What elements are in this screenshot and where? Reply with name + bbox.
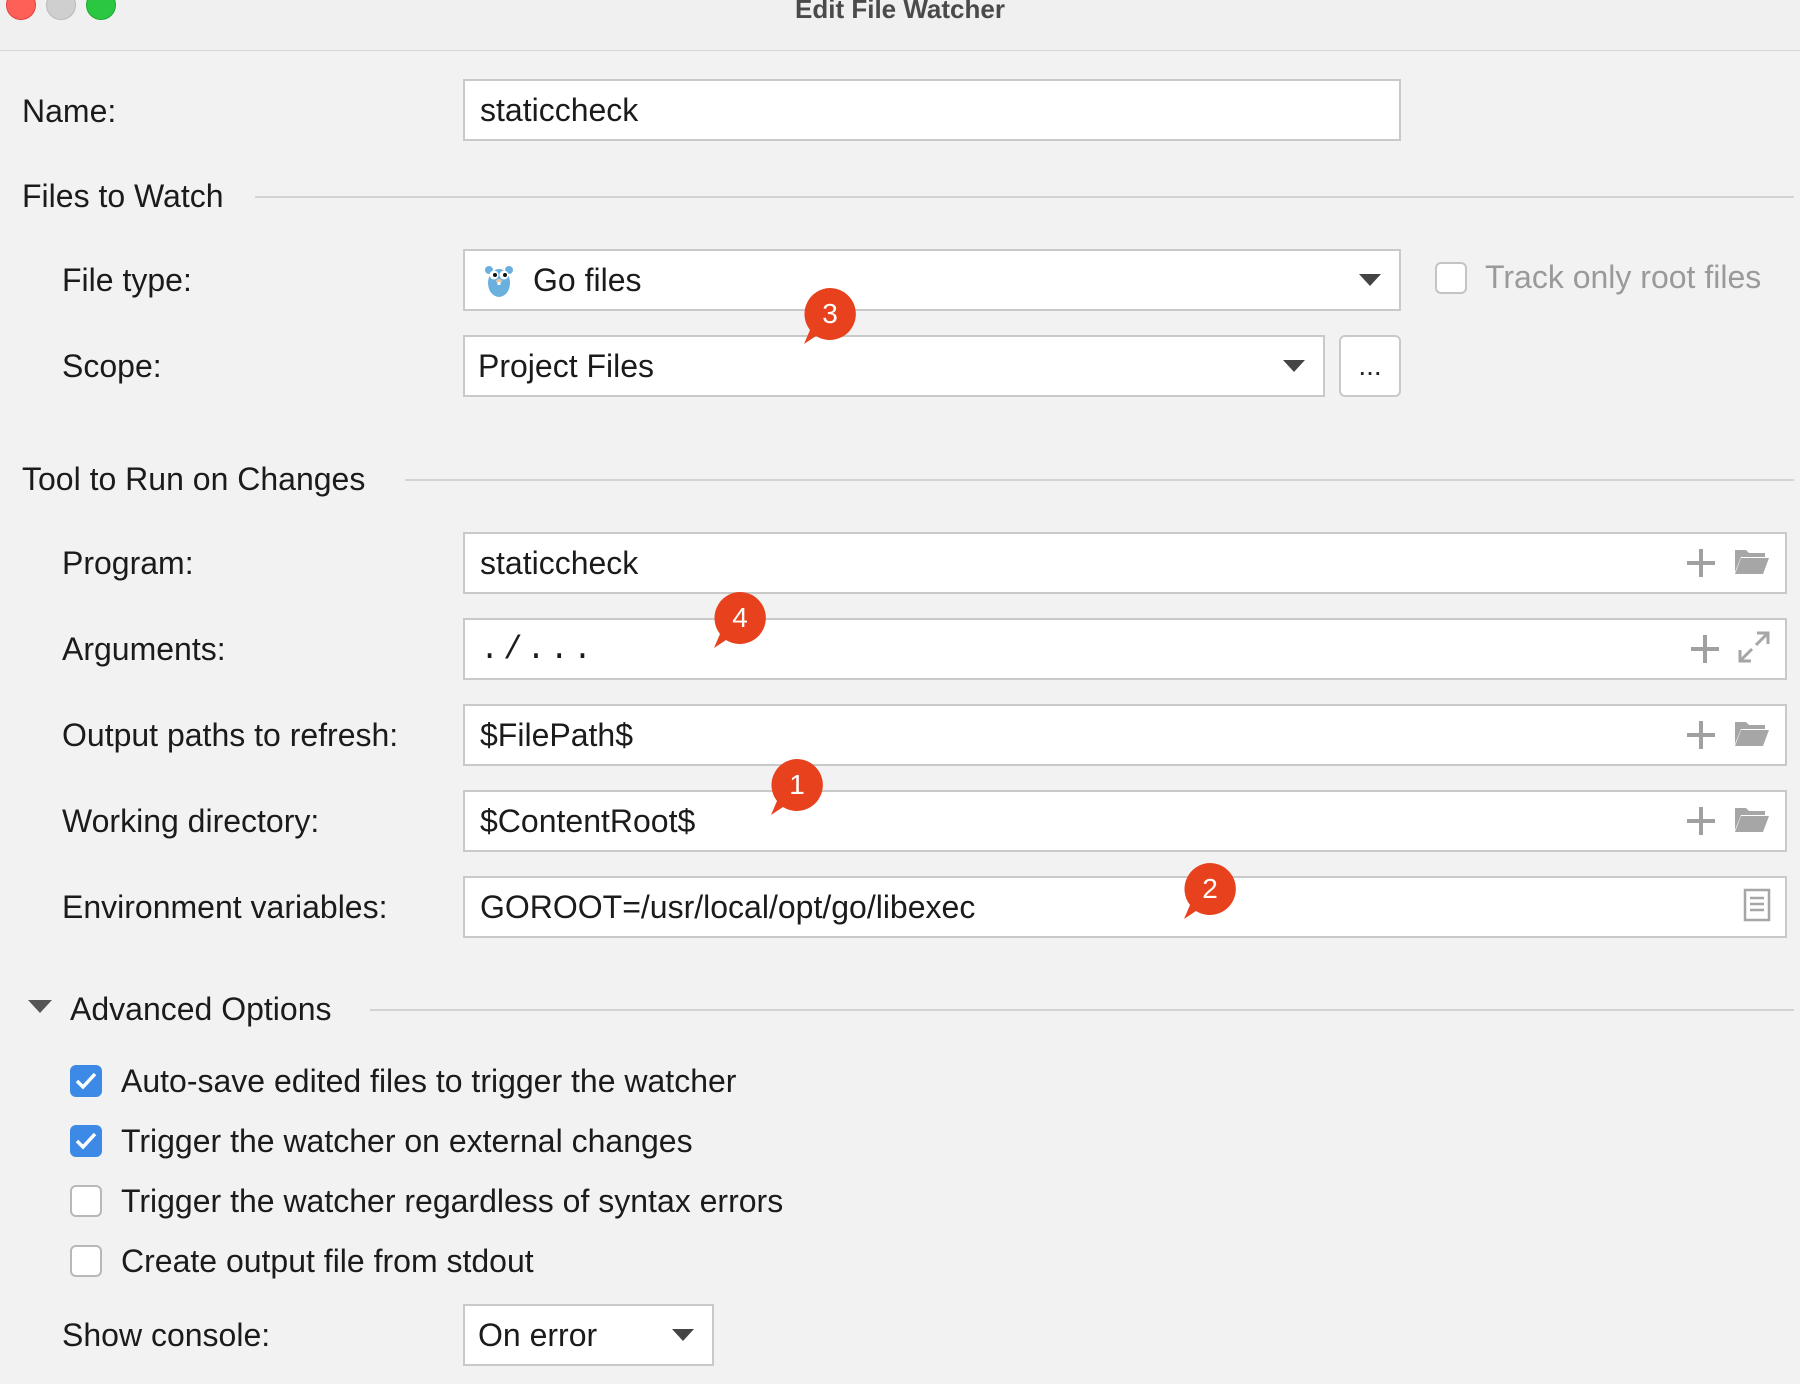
files-to-watch-heading: Files to Watch [22, 178, 224, 214]
scope-dropdown[interactable]: Project Files [463, 335, 1325, 397]
callout-number: 4 [732, 602, 748, 633]
callout-badge-4: 4 [712, 590, 768, 650]
tool-section-heading: Tool to Run on Changes [22, 461, 366, 497]
program-value: staticcheck [480, 544, 639, 581]
insert-macro-plus-icon[interactable] [1687, 549, 1715, 577]
name-input[interactable]: staticcheck [463, 79, 1401, 141]
folder-icon[interactable] [1733, 718, 1771, 753]
syntax-errors-label: Trigger the watcher regardless of syntax… [121, 1183, 784, 1219]
option-auto-save[interactable]: Auto-save edited files to trigger the wa… [70, 1061, 736, 1101]
output-paths-input[interactable]: $FilePath$ [463, 704, 1787, 766]
insert-macro-plus-icon[interactable] [1687, 721, 1715, 749]
advanced-options-heading[interactable]: Advanced Options [70, 989, 332, 1029]
advanced-options-separator [370, 1009, 1794, 1011]
working-dir-input[interactable]: $ContentRoot$ [463, 790, 1787, 852]
show-console-value: On error [478, 1316, 598, 1353]
insert-macro-plus-icon[interactable] [1691, 635, 1719, 663]
callout-number: 1 [789, 769, 805, 800]
file-type-dropdown[interactable]: Go files [463, 249, 1401, 311]
insert-macro-plus-icon[interactable] [1687, 807, 1715, 835]
arguments-label: Arguments: [62, 631, 226, 667]
chevron-down-icon [672, 1329, 694, 1341]
external-changes-checkbox[interactable] [70, 1125, 102, 1157]
folder-icon[interactable] [1733, 546, 1771, 581]
auto-save-label: Auto-save edited files to trigger the wa… [121, 1063, 737, 1099]
arguments-input[interactable]: ./... [463, 618, 1787, 680]
option-syntax-errors[interactable]: Trigger the watcher regardless of syntax… [70, 1181, 783, 1221]
scope-label: Scope: [62, 348, 162, 384]
track-only-root-checkbox[interactable] [1435, 261, 1467, 294]
name-label: Name: [22, 93, 117, 129]
title-bar: Edit File Watcher [0, 0, 1800, 51]
chevron-down-icon [1359, 274, 1381, 286]
name-value: staticcheck [480, 91, 639, 128]
edit-env-vars-icon[interactable] [1743, 888, 1771, 927]
output-paths-value: $FilePath$ [480, 716, 633, 753]
callout-badge-3: 3 [802, 286, 858, 346]
syntax-errors-checkbox[interactable] [70, 1185, 102, 1217]
show-console-label: Show console: [62, 1317, 271, 1353]
files-to-watch-separator [255, 196, 1794, 198]
expand-icon[interactable] [1737, 630, 1771, 669]
option-external-changes[interactable]: Trigger the watcher on external changes [70, 1121, 693, 1161]
callout-badge-2: 2 [1182, 861, 1238, 921]
option-output-from-stdout[interactable]: Create output file from stdout [70, 1241, 534, 1281]
env-vars-value: GOROOT=/usr/local/opt/go/libexec [480, 888, 976, 925]
show-console-dropdown[interactable]: On error [463, 1304, 714, 1366]
external-changes-label: Trigger the watcher on external changes [121, 1123, 693, 1159]
program-label: Program: [62, 545, 194, 581]
working-dir-value: $ContentRoot$ [480, 802, 696, 839]
callout-badge-1: 1 [769, 757, 825, 817]
callout-number: 2 [1202, 873, 1218, 904]
env-vars-label: Environment variables: [62, 889, 388, 925]
auto-save-checkbox[interactable] [70, 1065, 102, 1097]
scope-value: Project Files [478, 347, 655, 384]
output-from-stdout-label: Create output file from stdout [121, 1243, 534, 1279]
collapse-triangle-icon[interactable] [28, 1000, 52, 1013]
file-type-value: Go files [533, 261, 642, 298]
window-title: Edit File Watcher [795, 0, 1005, 24]
working-dir-label: Working directory: [62, 803, 320, 839]
output-paths-label: Output paths to refresh: [62, 717, 399, 753]
folder-icon[interactable] [1733, 804, 1771, 839]
track-only-root-option[interactable]: Track only root files [1435, 259, 1761, 296]
callout-number: 3 [822, 298, 838, 329]
tool-section-separator [405, 479, 1794, 481]
arguments-value: ./... [480, 630, 597, 668]
file-type-label: File type: [62, 262, 192, 298]
track-only-root-label: Track only root files [1485, 259, 1762, 295]
chevron-down-icon [1283, 360, 1305, 372]
scope-more-button[interactable]: ... [1339, 335, 1401, 397]
env-vars-input[interactable]: GOROOT=/usr/local/opt/go/libexec [463, 876, 1787, 938]
output-from-stdout-checkbox[interactable] [70, 1245, 102, 1277]
program-input[interactable]: staticcheck [463, 532, 1787, 594]
gopher-icon [483, 261, 515, 299]
